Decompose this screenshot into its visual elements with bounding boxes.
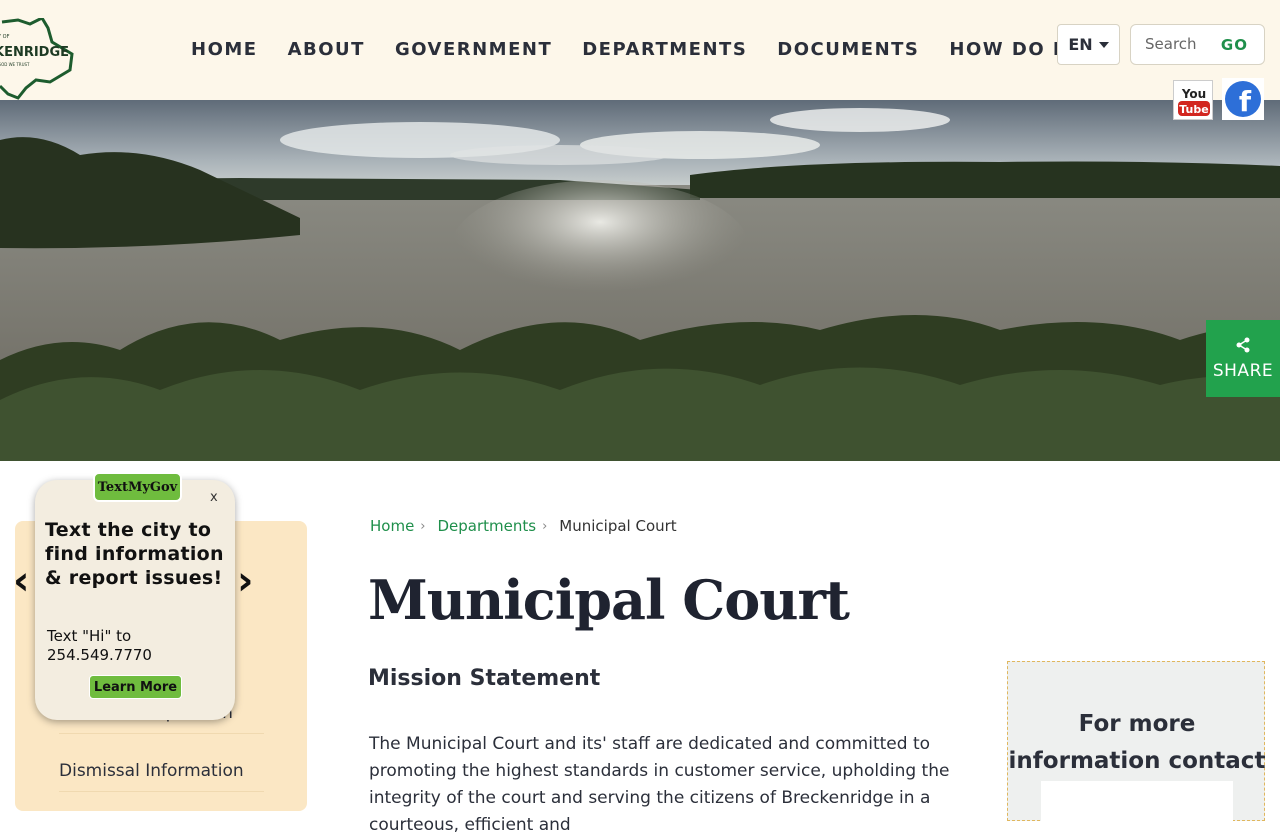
search-input[interactable] bbox=[1145, 35, 1225, 53]
nav-government[interactable]: GOVERNMENT bbox=[380, 38, 567, 62]
youtube-icon: You Tube bbox=[1178, 87, 1210, 116]
learn-more-button[interactable]: Learn More bbox=[89, 675, 182, 699]
textmygov-badge: TextMyGov bbox=[93, 472, 182, 502]
facebook-link[interactable]: f bbox=[1222, 78, 1264, 120]
nav-how-do-i[interactable]: HOW DO I bbox=[934, 38, 1076, 62]
page-title: Municipal Court bbox=[368, 568, 850, 632]
nav-documents[interactable]: DOCUMENTS bbox=[762, 38, 934, 62]
sidebar-item-dismissal-information[interactable]: Dismissal Information bbox=[59, 761, 264, 792]
mission-paragraph: The Municipal Court and its' staff are d… bbox=[369, 734, 950, 835]
contact-info-panel bbox=[1041, 781, 1233, 821]
share-icon bbox=[1236, 337, 1250, 352]
contact-info-box: For more information contact us bbox=[1007, 661, 1265, 821]
site-header: KENRIDGE Y OF GOD WE TRUST HOME ABOUT GO… bbox=[0, 0, 1280, 100]
chevron-left-icon[interactable]: ‹ bbox=[13, 558, 29, 604]
close-icon[interactable]: x bbox=[210, 490, 218, 505]
nav-about[interactable]: ABOUT bbox=[273, 38, 380, 62]
youtube-link[interactable]: You Tube bbox=[1173, 80, 1213, 120]
section-heading: Mission Statement bbox=[368, 666, 601, 691]
main-nav: HOME ABOUT GOVERNMENT DEPARTMENTS DOCUME… bbox=[176, 38, 1076, 62]
search-go-button[interactable]: GO bbox=[1221, 36, 1248, 54]
textmygov-headline: Text the city to find information & repo… bbox=[45, 519, 224, 589]
nav-home[interactable]: HOME bbox=[176, 38, 273, 62]
chevron-right-icon[interactable]: › bbox=[237, 558, 253, 604]
facebook-icon: f bbox=[1225, 81, 1261, 118]
hero-image bbox=[0, 100, 1280, 461]
logo-text: KENRIDGE bbox=[0, 45, 69, 60]
svg-text:GOD WE TRUST: GOD WE TRUST bbox=[0, 62, 30, 67]
chevron-right-icon: › bbox=[420, 518, 426, 534]
share-label: SHARE bbox=[1212, 360, 1274, 381]
share-button[interactable]: SHARE bbox=[1206, 320, 1280, 397]
breadcrumb: Home › Departments › Municipal Court bbox=[370, 517, 677, 535]
svg-text:Tube: Tube bbox=[1179, 103, 1208, 116]
search-box: GO bbox=[1130, 24, 1265, 65]
nav-departments[interactable]: DEPARTMENTS bbox=[567, 38, 762, 62]
chevron-down-icon bbox=[1098, 41, 1109, 48]
chevron-right-icon: › bbox=[542, 518, 548, 534]
breadcrumb-departments[interactable]: Departments bbox=[438, 517, 537, 535]
language-label: EN bbox=[1068, 35, 1093, 54]
svg-text:You: You bbox=[1181, 87, 1206, 101]
svg-text:f: f bbox=[1239, 85, 1252, 118]
language-selector[interactable]: EN bbox=[1057, 24, 1120, 65]
breadcrumb-home[interactable]: Home bbox=[370, 517, 414, 535]
breadcrumb-current: Municipal Court bbox=[559, 517, 677, 535]
svg-text:Y OF: Y OF bbox=[0, 34, 10, 40]
city-logo[interactable]: KENRIDGE Y OF GOD WE TRUST bbox=[0, 16, 80, 100]
textmygov-popup: TextMyGov x Text the city to find inform… bbox=[35, 472, 235, 720]
textmygov-body: Text "Hi" to 254.549.7770 bbox=[47, 627, 152, 664]
